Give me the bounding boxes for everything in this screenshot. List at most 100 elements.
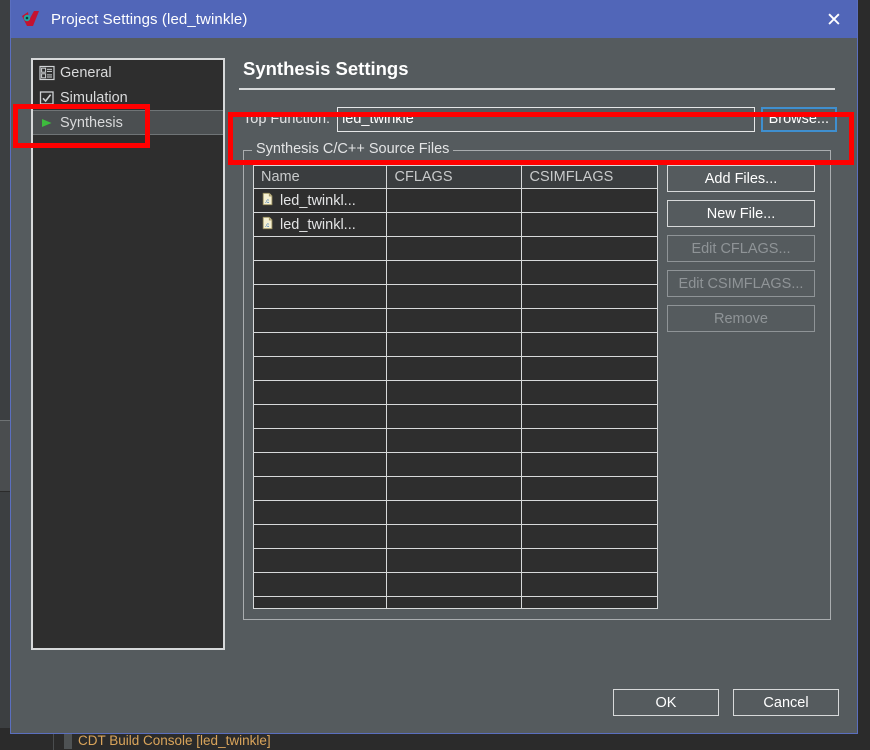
cell-name-label: led_twinkl... [280,216,356,233]
cell-cflags[interactable] [386,260,523,285]
table-row-empty[interactable] [254,500,657,525]
top-function-input[interactable] [337,106,755,132]
cell-cflags[interactable] [386,212,523,237]
c-file-icon: .c [261,216,275,234]
table-row-empty[interactable] [254,452,657,477]
dialog-titlebar[interactable]: Project Settings (led_twinkle) ✕ [11,0,857,38]
cell-name[interactable] [254,524,388,549]
cell-csimflags[interactable] [521,284,657,309]
cancel-button[interactable]: Cancel [733,689,839,716]
cell-csimflags[interactable] [521,212,657,237]
cell-name[interactable] [254,356,388,381]
console-tab-label: CDT Build Console [led_twinkle] [78,732,271,748]
cell-csimflags[interactable] [521,596,657,608]
table-row-empty[interactable] [254,476,657,501]
cell-csimflags[interactable] [521,380,657,405]
cell-csimflags[interactable] [521,260,657,285]
table-row[interactable]: .c led_twinkl... [254,188,657,213]
cell-cflags[interactable] [386,236,523,261]
cell-csimflags[interactable] [521,236,657,261]
sidebar-item-simulation[interactable]: Simulation [33,85,223,110]
cell-cflags[interactable] [386,188,523,213]
cell-name[interactable] [254,500,388,525]
cell-csimflags[interactable] [521,332,657,357]
cell-cflags[interactable] [386,428,523,453]
cell-cflags[interactable] [386,524,523,549]
cell-cflags[interactable] [386,332,523,357]
cell-cflags[interactable] [386,548,523,573]
sidebar-item-general-label: General [60,64,112,81]
source-files-table[interactable]: Name CFLAGS CSIMFLAGS .c led_twinkl... .c l… [253,165,658,609]
table-row-empty[interactable] [254,404,657,429]
cell-name[interactable] [254,548,388,573]
cell-csimflags[interactable] [521,548,657,573]
cell-csimflags[interactable] [521,188,657,213]
cell-name[interactable] [254,236,388,261]
table-row-empty[interactable] [254,428,657,453]
top-function-row: Top Function: Browse... [239,106,837,132]
cell-name[interactable] [254,404,388,429]
table-row-empty[interactable] [254,308,657,333]
column-header-csimflags[interactable]: CSIMFLAGS [521,166,657,189]
cell-name[interactable] [254,284,388,309]
cell-csimflags[interactable] [521,356,657,381]
cell-csimflags[interactable] [521,308,657,333]
close-icon[interactable]: ✕ [821,8,847,32]
sidebar-item-synthesis[interactable]: Synthesis [33,110,223,135]
cell-cflags[interactable] [386,404,523,429]
table-row-empty[interactable] [254,548,657,573]
cell-cflags[interactable] [386,572,523,597]
edit-cflags-button: Edit CFLAGS... [667,235,815,262]
table-row-empty[interactable] [254,356,657,381]
cell-name[interactable] [254,452,388,477]
cell-name[interactable]: .c led_twinkl... [254,188,388,213]
table-row-empty[interactable] [254,380,657,405]
cell-csimflags[interactable] [521,572,657,597]
settings-category-tree[interactable]: General Simulation Synthesis [31,58,225,650]
dialog-body: General Simulation Synthesis Synthesis S… [11,38,857,732]
table-row-empty[interactable] [254,260,657,285]
cell-name[interactable] [254,308,388,333]
cell-name[interactable] [254,332,388,357]
table-header-row: Name CFLAGS CSIMFLAGS [254,166,657,189]
form-list-icon [39,65,55,81]
cell-name[interactable] [254,476,388,501]
cell-csimflags[interactable] [521,428,657,453]
cell-cflags[interactable] [386,500,523,525]
sidebar-item-simulation-label: Simulation [60,89,128,106]
cell-csimflags[interactable] [521,452,657,477]
cell-cflags[interactable] [386,452,523,477]
group-legend: Synthesis C/C++ Source Files [252,141,454,157]
cell-cflags[interactable] [386,356,523,381]
cell-cflags[interactable] [386,596,523,608]
table-row-empty[interactable] [254,572,657,597]
cell-csimflags[interactable] [521,476,657,501]
ok-button[interactable]: OK [613,689,719,716]
table-row-empty[interactable] [254,332,657,357]
column-header-cflags[interactable]: CFLAGS [386,166,523,189]
cell-name[interactable] [254,260,388,285]
cell-cflags[interactable] [386,380,523,405]
table-row-empty[interactable] [254,284,657,309]
cell-cflags[interactable] [386,476,523,501]
table-row[interactable]: .c led_twinkl... [254,212,657,237]
cell-csimflags[interactable] [521,500,657,525]
add-files-button[interactable]: Add Files... [667,165,815,192]
sidebar-item-general[interactable]: General [33,60,223,85]
cell-csimflags[interactable] [521,524,657,549]
cell-csimflags[interactable] [521,404,657,429]
cell-name[interactable] [254,596,388,608]
cell-name[interactable]: .c led_twinkl... [254,212,388,237]
new-file-button[interactable]: New File... [667,200,815,227]
table-row-empty[interactable] [254,236,657,261]
table-row-empty[interactable] [254,596,657,608]
cell-cflags[interactable] [386,308,523,333]
cell-name[interactable] [254,428,388,453]
browse-button[interactable]: Browse... [760,106,837,132]
cell-name[interactable] [254,380,388,405]
cell-cflags[interactable] [386,284,523,309]
column-header-name[interactable]: Name [254,166,388,189]
cell-name[interactable] [254,572,388,597]
table-row-empty[interactable] [254,524,657,549]
edit-csimflags-button: Edit CSIMFLAGS... [667,270,815,297]
